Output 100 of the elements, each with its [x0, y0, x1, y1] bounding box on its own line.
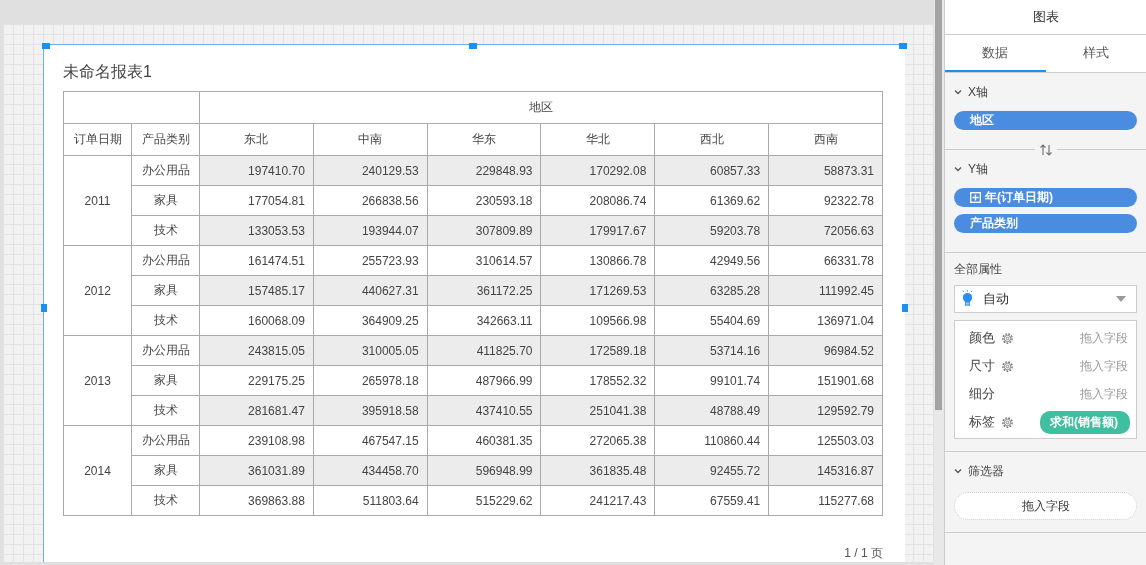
table-cell: 157485.17: [199, 275, 314, 306]
table-cell: 61369.62: [654, 185, 769, 216]
column-header: 华东: [427, 123, 541, 156]
tab[interactable]: 样式: [1045, 35, 1146, 72]
table-cell: 177054.81: [199, 185, 314, 216]
table-cell: 272065.38: [541, 425, 655, 456]
row-header: 办公用品: [131, 335, 200, 366]
table-cell: 92455.72: [654, 455, 769, 486]
table-cell: 310614.57: [427, 245, 541, 276]
table-cell: 208086.74: [541, 185, 655, 216]
field-pill[interactable]: 产品类别: [954, 214, 1137, 233]
section-title: X轴: [968, 83, 988, 101]
column-header: 产品类别: [131, 123, 200, 156]
table-cell: 115277.68: [768, 485, 883, 516]
row-header: 2014: [63, 425, 132, 516]
row-header: 办公用品: [131, 155, 200, 186]
table-cell: 59203.78: [654, 215, 769, 246]
table-cell: 361172.25: [427, 275, 541, 306]
column-header: 西北: [654, 123, 769, 156]
tab[interactable]: 数据: [945, 35, 1046, 72]
table-cell: 243815.05: [199, 335, 314, 366]
table-cell: 361031.89: [199, 455, 314, 486]
table-cell: 467547.15: [313, 425, 428, 456]
chevron-icon[interactable]: [954, 468, 962, 474]
drop-target[interactable]: 拖入字段: [1080, 385, 1128, 403]
table-cell: 241217.43: [541, 485, 655, 516]
row-header: 技术: [131, 305, 200, 336]
scrollbar-thumb[interactable]: [935, 0, 942, 410]
panel-title: 图表: [945, 0, 1146, 35]
table-cell: 178552.32: [541, 365, 655, 396]
table-cell: 130866.78: [541, 245, 655, 276]
section-title: Y轴: [968, 160, 988, 178]
resize-handle[interactable]: [899, 43, 907, 49]
field-pill[interactable]: 地区: [954, 111, 1137, 130]
resize-handle[interactable]: [41, 304, 47, 312]
table-cell: 72056.63: [768, 215, 883, 246]
bulb-icon: [961, 289, 974, 309]
table-cell: 92322.78: [768, 185, 883, 216]
table-cell: 460381.35: [427, 425, 541, 456]
table-cell: 197410.70: [199, 155, 314, 186]
row-header: 家具: [131, 365, 200, 396]
table-cell: 307809.89: [427, 215, 541, 246]
table-cell: 60857.33: [654, 155, 769, 186]
slot-label: 标签: [969, 413, 995, 431]
table-cell: 411825.70: [427, 335, 541, 366]
table-cell: 129592.79: [768, 395, 883, 426]
row-header: 家具: [131, 185, 200, 216]
table-cell: 109566.98: [541, 305, 655, 336]
row-header: 技术: [131, 485, 200, 516]
table-cell: 110860.44: [654, 425, 769, 456]
table-cell: 229848.93: [427, 155, 541, 186]
table-cell: 251041.38: [541, 395, 655, 426]
row-header: 办公用品: [131, 425, 200, 456]
table-cell: 487966.99: [427, 365, 541, 396]
slot-label: 颜色: [969, 329, 995, 347]
table-cell: 161474.51: [199, 245, 314, 276]
field-pill[interactable]: 年(订单日期): [954, 188, 1137, 207]
table-cell: 239108.98: [199, 425, 314, 456]
row-header: 2012: [63, 245, 132, 336]
table-cell: 369863.88: [199, 485, 314, 516]
table-cell: 240129.53: [313, 155, 428, 186]
resize-handle[interactable]: [902, 304, 908, 312]
table-cell: 434458.70: [313, 455, 428, 486]
drop-target[interactable]: 拖入字段: [954, 492, 1137, 520]
row-header: 技术: [131, 215, 200, 246]
table-cell: 99101.74: [654, 365, 769, 396]
table-cell: 58873.31: [768, 155, 883, 186]
settings-icon[interactable]: [1001, 331, 1014, 345]
table-cell: 255723.93: [313, 245, 428, 276]
table-cell: 66331.78: [768, 245, 883, 276]
settings-icon[interactable]: [1001, 359, 1014, 373]
drop-target[interactable]: 拖入字段: [1080, 329, 1128, 347]
table-cell: 67559.41: [654, 485, 769, 516]
resize-handle[interactable]: [42, 43, 50, 49]
expand-icon[interactable]: [970, 192, 981, 203]
dropdown-arrow-icon: [1116, 296, 1126, 302]
page-indicator: 1 / 1 页: [844, 545, 883, 562]
chevron-icon[interactable]: [954, 166, 962, 172]
table-cell: 193944.07: [313, 215, 428, 246]
table-cell: 310005.05: [313, 335, 428, 366]
field-pill[interactable]: 求和(销售额): [1040, 410, 1130, 434]
resize-handle[interactable]: [469, 43, 477, 49]
table-cell: 395918.58: [313, 395, 428, 426]
table-cell: 179917.67: [541, 215, 655, 246]
settings-icon[interactable]: [1001, 415, 1014, 429]
section-title: 全部属性: [954, 260, 1002, 278]
table-cell: 364909.25: [313, 305, 428, 336]
column-header: 中南: [313, 123, 428, 156]
section-title: 筛选器: [968, 462, 1004, 480]
table-cell: 160068.09: [199, 305, 314, 336]
table-cell: 170292.08: [541, 155, 655, 186]
chevron-icon[interactable]: [954, 89, 962, 95]
row-header: 技术: [131, 395, 200, 426]
mark-type-dropdown[interactable]: 自动: [954, 285, 1137, 313]
table-cell: 111992.45: [768, 275, 883, 306]
table-cell: 145316.87: [768, 455, 883, 486]
drop-target[interactable]: 拖入字段: [1080, 357, 1128, 375]
column-header: 华北: [541, 123, 655, 156]
table-cell: 136971.04: [768, 305, 883, 336]
table-cell: 266838.56: [313, 185, 428, 216]
